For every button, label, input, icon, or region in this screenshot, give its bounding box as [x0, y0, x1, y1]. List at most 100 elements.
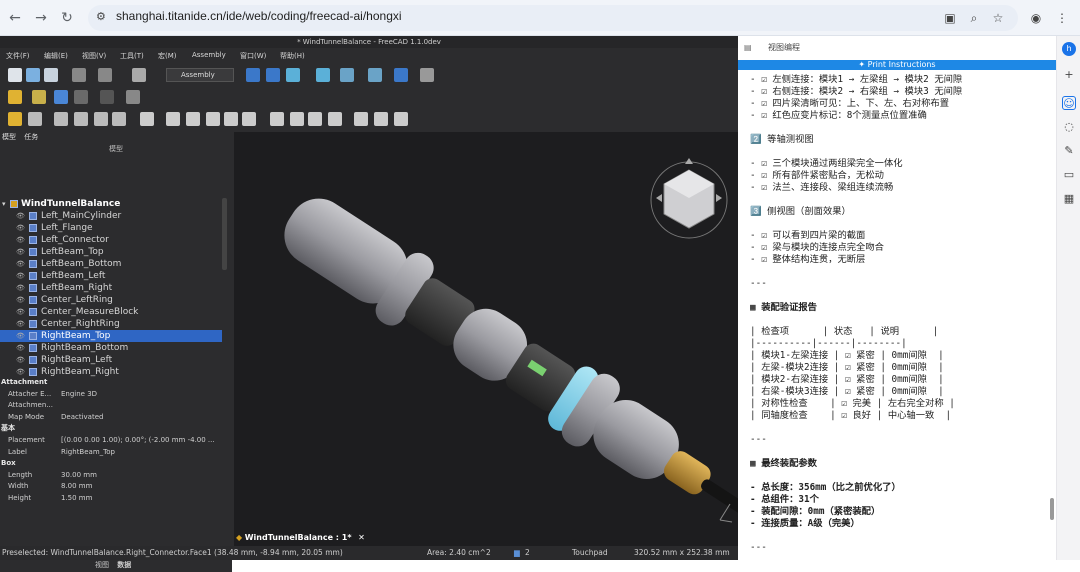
tree-scrollbar[interactable] [222, 198, 227, 270]
zoom-icon[interactable]: ⌕ [966, 10, 982, 26]
tree-item[interactable]: 👁 Left_Flange [0, 222, 222, 234]
mirror-icon[interactable] [270, 112, 284, 126]
property-row[interactable]: Height 1.50 mm [0, 493, 232, 505]
menu-macro[interactable]: 宏(M) [158, 51, 177, 61]
visibility-eye-icon[interactable]: 👁 [16, 246, 25, 258]
property-value[interactable]: 8.00 mm [61, 481, 92, 493]
tree-item[interactable]: 👁 LeftBeam_Right [0, 282, 222, 294]
tree-item[interactable]: 👁 RightBeam_Left [0, 354, 222, 366]
visibility-eye-icon[interactable]: 👁 [16, 354, 25, 366]
reload-icon[interactable]: ↻ [58, 9, 76, 27]
chat-icon[interactable]: ◌ [1062, 120, 1076, 134]
property-row[interactable]: Width 8.00 mm [0, 481, 232, 493]
forward-arrow-icon[interactable]: → [32, 9, 50, 27]
whats-this-icon[interactable] [420, 68, 434, 82]
menu-tools[interactable]: 工具(T) [120, 51, 144, 61]
property-value[interactable]: Engine 3D [61, 389, 97, 401]
open-file-icon[interactable] [26, 68, 40, 82]
tree-item[interactable]: 👁 LeftBeam_Top [0, 246, 222, 258]
back-arrow-icon[interactable]: ← [6, 9, 24, 27]
menu-view[interactable]: 视图(V) [82, 51, 106, 61]
tree-item[interactable]: 👁 Left_MainCylinder [0, 210, 222, 222]
tree-item[interactable]: 👁 Center_RightRing [0, 318, 222, 330]
property-value[interactable]: [(0.00 0.00 1.00); 0.00°; (-2.00 mm -4.0… [61, 435, 215, 447]
torus-icon[interactable] [242, 112, 256, 126]
address-bar[interactable]: ⚙ shanghai.titanide.cn/ide/web/coding/fr… [88, 5, 1018, 31]
tree-root-item[interactable]: ▾ WindTunnelBalance [0, 198, 222, 210]
fit-selection-icon[interactable] [266, 68, 280, 82]
select-cursor-icon[interactable] [126, 90, 140, 104]
new-file-icon[interactable] [8, 68, 22, 82]
property-row[interactable]: Map Mode Deactivated [0, 412, 232, 424]
explode-icon[interactable] [140, 112, 154, 126]
property-row[interactable]: Placement [(0.00 0.00 1.00); 0.00°; (-2.0… [0, 435, 232, 447]
joint-slider-icon[interactable] [74, 112, 88, 126]
visibility-eye-icon[interactable]: 👁 [16, 222, 25, 234]
chamfer-icon[interactable] [308, 112, 322, 126]
property-row[interactable]: Length 30.00 mm [0, 470, 232, 482]
property-value[interactable]: 1.50 mm [61, 493, 92, 505]
property-value[interactable]: 30.00 mm [61, 470, 97, 482]
print-instructions-button[interactable]: ✦ Print Instructions [738, 60, 1056, 70]
tree-item[interactable]: 👁 Center_LeftRing [0, 294, 222, 306]
edit-icon[interactable]: ✎ [1062, 144, 1076, 158]
panel-scrollbar[interactable] [1050, 498, 1054, 520]
cut-icon[interactable] [394, 112, 408, 126]
tree-item[interactable]: 👁 LeftBeam_Bottom [0, 258, 222, 270]
bom-icon[interactable] [112, 112, 126, 126]
menu-file[interactable]: 文件(F) [6, 51, 30, 61]
undo-icon[interactable] [72, 68, 86, 82]
site-info-icon[interactable]: ⚙ [96, 10, 110, 24]
visibility-eye-icon[interactable]: 👁 [16, 342, 25, 354]
property-row[interactable]: Label RightBeam_Top [0, 447, 232, 459]
menu-window[interactable]: 窗口(W) [240, 51, 266, 61]
section-icon[interactable] [374, 112, 388, 126]
visibility-eye-icon[interactable]: 👁 [16, 270, 25, 282]
grid-icon[interactable]: ▦ [1062, 192, 1076, 206]
revolve-icon[interactable] [354, 112, 368, 126]
cone-icon[interactable] [224, 112, 238, 126]
folder-icon[interactable] [54, 90, 68, 104]
joint-revolute-icon[interactable] [28, 112, 42, 126]
std-views-icon[interactable] [340, 68, 354, 82]
cylinder-icon[interactable] [166, 112, 180, 126]
visibility-eye-icon[interactable]: 👁 [16, 282, 25, 294]
insert-link-icon[interactable] [32, 90, 46, 104]
property-group[interactable]: Attachment [0, 377, 232, 389]
redo-icon[interactable] [98, 68, 112, 82]
tree-item[interactable]: 👁 LeftBeam_Left [0, 270, 222, 282]
joint-cylindrical-icon[interactable] [54, 112, 68, 126]
panel-toggle-icon[interactable]: ▤ [744, 36, 752, 60]
property-group[interactable]: Box [0, 458, 232, 470]
visibility-eye-icon[interactable]: 👁 [16, 330, 25, 342]
bookmark-star-icon[interactable]: ☆ [990, 10, 1006, 26]
visibility-eye-icon[interactable]: 👁 [16, 318, 25, 330]
visibility-eye-icon[interactable]: 👁 [16, 234, 25, 246]
joint-ball-icon[interactable] [94, 112, 108, 126]
property-value[interactable]: RightBeam_Top [61, 447, 115, 459]
plus-icon[interactable]: + [1062, 68, 1076, 82]
tab-tasks[interactable]: 任务 [24, 133, 38, 141]
visibility-eye-icon[interactable]: 👁 [16, 258, 25, 270]
bounding-box-icon[interactable] [316, 68, 330, 82]
assembly-create-icon[interactable] [8, 90, 22, 104]
tab-view[interactable]: 视图 [95, 561, 109, 569]
tree-item[interactable]: 👁 Center_MeasureBlock [0, 306, 222, 318]
extrude-icon[interactable] [328, 112, 342, 126]
tree-item[interactable]: 👁 Left_Connector [0, 234, 222, 246]
3d-viewport[interactable] [234, 132, 755, 546]
expand-arrow-icon[interactable]: ▾ [2, 198, 6, 210]
document-tab[interactable]: ◆ WindTunnelBalance : 1* ✕ [234, 530, 374, 546]
visibility-eye-icon[interactable]: 👁 [16, 210, 25, 222]
menu-edit[interactable]: 编辑(E) [44, 51, 68, 61]
draw-style-icon[interactable] [286, 68, 300, 82]
tab-model[interactable]: 模型 [2, 133, 16, 141]
property-value[interactable]: Deactivated [61, 412, 103, 424]
refresh-icon[interactable] [132, 68, 146, 82]
sphere-icon[interactable] [206, 112, 220, 126]
save-icon[interactable] [44, 68, 58, 82]
box-icon[interactable] [186, 112, 200, 126]
folder-icon[interactable]: ▭ [1062, 168, 1076, 182]
cast-icon[interactable]: ▣ [942, 10, 958, 26]
menu-icon[interactable]: ⋮ [1054, 10, 1070, 26]
